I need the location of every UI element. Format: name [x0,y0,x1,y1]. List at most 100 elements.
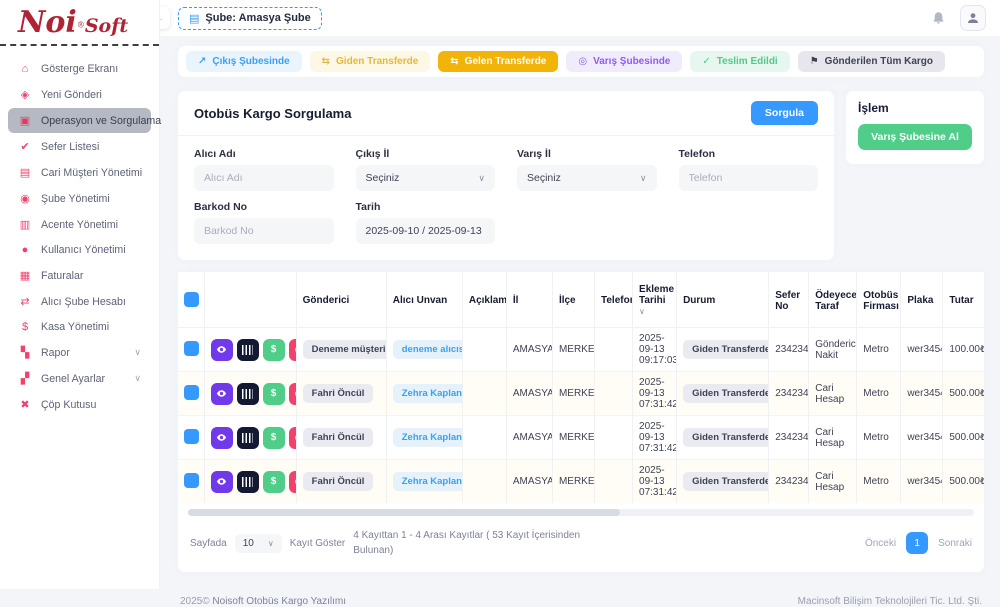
row-checkbox[interactable] [184,385,199,400]
user-avatar[interactable] [960,5,986,31]
delivered-icon: ✓ [702,56,710,67]
payment-button[interactable]: $ [263,339,285,361]
payment-button[interactable]: $ [263,427,285,449]
sidebar-item-13[interactable]: ✖Çöp Kutusu [8,392,151,417]
query-submit-button[interactable]: Sorgula [751,101,818,125]
view-button[interactable] [211,339,233,361]
home-icon: ⌂ [18,63,32,75]
filter-button-3[interactable]: ◎Varış Şubesinde [566,51,682,72]
column-header-label: Alıcı Unvan [393,295,447,306]
barcode-button[interactable] [237,471,259,493]
filter-button-2[interactable]: ⇆Gelen Transferde [438,51,558,72]
payment-button[interactable]: $ [263,383,285,405]
filter-button-4[interactable]: ✓Teslim Edildi [690,51,789,72]
status-cell: Giden Transferde [677,416,769,460]
column-header-label: İlçe [559,295,576,306]
sort-icon[interactable]: ∨ [639,307,645,316]
payer-value: Cari Hesap [815,471,844,493]
next-page-button[interactable]: Sonraki [938,538,972,549]
column-header-label: Ödeyecek Taraf [815,290,857,312]
print-button[interactable] [289,339,297,361]
destination-city-select[interactable]: Seçiniz ∨ [517,165,657,191]
previous-page-button[interactable]: Önceki [865,538,896,549]
select-all-checkbox[interactable] [184,292,199,307]
sidebar-item-11[interactable]: ▚Rapor∨ [8,340,151,365]
print-button[interactable] [289,471,297,493]
sidebar-item-8[interactable]: ▦Faturalar [8,263,151,288]
barcode-input[interactable] [194,218,334,244]
column-header-sefer-no: Sefer No [769,272,809,328]
sidebar-item-label: Operasyon ve Sorgulama [41,115,161,127]
phone-input[interactable] [679,165,819,191]
view-button[interactable] [211,383,233,405]
payer-value: Gönderici Nakit [815,339,857,361]
filter-button-0[interactable]: ↗Çıkış Şubesinde [186,51,302,72]
per-page-select[interactable]: 10 ∨ [235,534,282,553]
column-header-i-l: İl [506,272,552,328]
barcode-button[interactable] [237,383,259,405]
table-row: $Fahri ÖncülZehra KaplanAMASYAMERKEZ2025… [178,416,984,460]
dollar-icon: $ [271,388,277,399]
cargo-table-panel: GöndericiAlıcı UnvanAçıklamaİlİlçeTelefo… [178,272,984,572]
sidebar-item-9[interactable]: ⇄Alıcı Şube Hesabı [8,289,151,314]
per-page-prefix-label: Sayfada [190,538,227,549]
print-button[interactable] [289,383,297,405]
sidebar-item-0[interactable]: ⌂Gösterge Ekranı [8,57,151,81]
row-checkbox[interactable] [184,429,199,444]
cargo-query-panel: Otobüs Kargo Sorgulama Sorgula Alıcı Adı… [178,91,834,260]
column-header-label: Telefon [601,295,633,306]
filter-button-5[interactable]: ⚑Gönderilen Tüm Kargo [798,51,945,72]
row-checkbox[interactable] [184,341,199,356]
trip-no-value: 234234 [775,432,808,443]
created-date-value: 2025-09-13 07:31:42 [639,377,677,410]
sidebar-item-1[interactable]: ◈Yeni Gönderi [8,82,151,107]
city-value: AMASYA [513,344,553,355]
bus-company-cell: Metro [857,416,901,460]
scrollbar-thumb[interactable] [188,509,620,516]
origin-city-select[interactable]: Seçiniz ∨ [356,165,496,191]
payment-button[interactable]: $ [263,471,285,493]
sidebar-item-12[interactable]: ▞Genel Ayarlar∨ [8,366,151,391]
column-header-label: Tutar [949,295,973,306]
sidebar-item-4[interactable]: ▤Cari Müşteri Yönetimi [8,160,151,185]
sidebar-item-2[interactable]: ▣Operasyon ve Sorgulama [8,108,151,133]
chevron-down-icon: ∨ [268,539,274,548]
field-phone: Telefon [679,148,819,191]
barcode-button[interactable] [237,339,259,361]
print-button[interactable] [289,427,297,449]
sidebar-item-label: Alıcı Şube Hesabı [41,296,126,308]
filter-button-1[interactable]: ⇆Giden Transferde [310,51,431,72]
sidebar-item-10[interactable]: $Kasa Yönetimi [8,315,151,339]
pagination-bar: Sayfada 10 ∨ Kayıt Göster 4 Kayıttan 1 -… [178,520,984,570]
amount-value: 500.00₺ [949,388,984,399]
sidebar-item-6[interactable]: ▥Acente Yönetimi [8,212,151,237]
horizontal-scrollbar[interactable] [188,509,974,516]
notifications-bell-icon[interactable] [931,11,946,26]
eye-icon [216,476,227,487]
eye-icon [216,344,227,355]
payer-cell: Cari Hesap [809,416,857,460]
row-checkbox[interactable] [184,473,199,488]
barcode-button[interactable] [237,427,259,449]
sidebar-item-5[interactable]: ◉Şube Yönetimi [8,186,151,211]
take-to-arrival-branch-button[interactable]: Varış Şubesine Al [858,124,972,150]
sidebar-item-3[interactable]: ✔Sefer Listesi [8,134,151,159]
destination-city-value: Seçiniz [527,172,561,184]
page-number-button[interactable]: 1 [906,532,928,554]
panel-title: Otobüs Kargo Sorgulama [194,106,351,121]
filter-button-label: Giden Transferde [336,56,418,67]
receiver-name-input[interactable] [194,165,334,191]
view-button[interactable] [211,471,233,493]
sidebar-item-7[interactable]: ●Kullanıcı Yönetimi [8,238,151,262]
status-badge: Giden Transferde [683,340,769,359]
branch-selector-button[interactable]: ▤ Şube: Amasya Şube [178,7,322,30]
sender-badge: Fahri Öncül [303,384,374,403]
view-button[interactable] [211,427,233,449]
user-icon: ● [18,244,32,256]
description-cell [462,372,506,416]
column-header-0 [178,272,204,328]
district-cell: MERKEZ [552,460,594,504]
column-header-ekleme-tarihi[interactable]: Ekleme Tarihi ∨ [633,272,677,328]
description-cell [462,328,506,372]
date-range-input[interactable]: 2025-09-10 / 2025-09-13 [356,218,496,244]
